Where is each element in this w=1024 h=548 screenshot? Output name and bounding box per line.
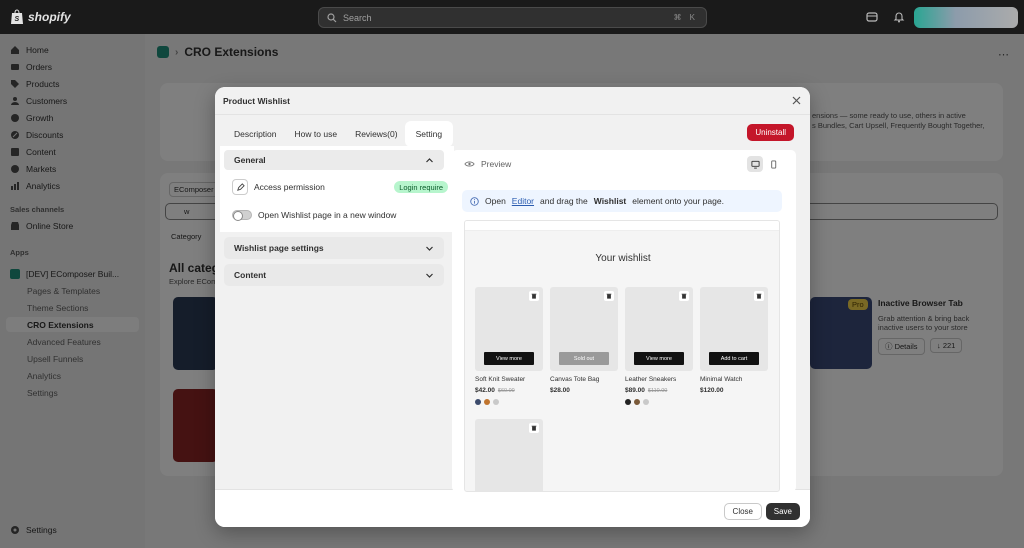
tab-description[interactable]: Description bbox=[225, 123, 286, 145]
search-input[interactable]: Search ⌘ K bbox=[318, 7, 707, 28]
product-price: $120.00 bbox=[700, 387, 724, 394]
product-price: $89.00 $110.00 bbox=[625, 387, 668, 394]
chevron-down-icon bbox=[426, 246, 433, 251]
pencil-icon bbox=[232, 179, 248, 195]
modal-footer: Close Save bbox=[215, 489, 810, 527]
product-action-button[interactable]: Add to cart bbox=[709, 352, 759, 365]
access-permission-label: Access permission bbox=[254, 182, 325, 192]
trash-icon[interactable] bbox=[529, 291, 539, 301]
product-compare-price: $60.00 bbox=[497, 388, 515, 394]
modal-header: Product Wishlist bbox=[215, 87, 810, 115]
close-button[interactable]: Close bbox=[723, 503, 762, 520]
modal-tabs: Description How to use Reviews(0) Settin… bbox=[225, 123, 452, 145]
product-compare-price: $110.00 bbox=[647, 388, 668, 394]
tab-reviews[interactable]: Reviews(0) bbox=[346, 123, 407, 145]
tab-how-to-use[interactable]: How to use bbox=[286, 123, 347, 145]
color-swatch[interactable] bbox=[484, 399, 490, 405]
product-name: Soft Knit Sweater bbox=[475, 376, 526, 383]
trash-icon[interactable] bbox=[604, 291, 614, 301]
product-name: Canvas Tote Bag bbox=[550, 376, 600, 383]
save-button[interactable]: Save bbox=[765, 503, 800, 520]
product-price: $42.00 $60.00 bbox=[475, 387, 515, 394]
wishlist-page-settings-accordion[interactable]: Wishlist page settings bbox=[224, 237, 444, 259]
product-name: Leather Sneakers bbox=[625, 376, 677, 383]
bell-icon[interactable] bbox=[893, 11, 905, 23]
chevron-up-icon bbox=[426, 157, 433, 162]
product-image: View more bbox=[475, 287, 543, 371]
chevron-down-icon bbox=[426, 273, 433, 278]
uninstall-button[interactable]: Uninstall bbox=[747, 124, 794, 141]
shopify-logo[interactable]: S shopify bbox=[10, 9, 71, 25]
product-image: Sold out bbox=[550, 287, 618, 371]
product-price: $28.00 bbox=[550, 387, 570, 394]
desktop-view-button[interactable] bbox=[747, 156, 763, 172]
color-swatches bbox=[475, 399, 543, 405]
color-swatch[interactable] bbox=[493, 399, 499, 405]
wishlist-product-card[interactable]: Add to cart Minimal Watch $120.00 bbox=[700, 287, 768, 399]
wishlist-product-card-placeholder bbox=[475, 419, 543, 491]
trash-icon[interactable] bbox=[529, 423, 539, 433]
wishlist-product-card[interactable]: Sold out Canvas Tote Bag $28.00 bbox=[550, 287, 618, 399]
wishlist-title: Your wishlist bbox=[595, 253, 651, 264]
tab-setting[interactable]: Setting bbox=[406, 123, 452, 145]
editor-link[interactable]: Editor bbox=[512, 196, 534, 206]
color-swatch[interactable] bbox=[643, 399, 649, 405]
access-permission-row[interactable]: Access permission Login require bbox=[232, 179, 448, 195]
product-action-button[interactable]: Sold out bbox=[559, 352, 609, 365]
color-swatch[interactable] bbox=[625, 399, 631, 405]
color-swatch[interactable] bbox=[634, 399, 640, 405]
store-icon[interactable] bbox=[866, 11, 878, 23]
color-swatches bbox=[625, 399, 693, 405]
desktop-icon bbox=[750, 160, 760, 169]
general-accordion-header[interactable]: General bbox=[224, 150, 444, 170]
trash-icon[interactable] bbox=[754, 291, 764, 301]
shopify-bag-icon: S bbox=[11, 9, 23, 24]
preview-store-header bbox=[465, 221, 779, 231]
wishlist-preview-canvas: Your wishlist View more Soft Knit Sweater… bbox=[464, 220, 780, 492]
modal-title: Product Wishlist bbox=[223, 95, 290, 106]
product-image: View more bbox=[625, 287, 693, 371]
svg-text:S: S bbox=[15, 16, 20, 23]
top-bar: S shopify Search ⌘ K bbox=[0, 0, 1024, 34]
trash-icon[interactable] bbox=[679, 291, 689, 301]
product-action-button[interactable]: View more bbox=[634, 352, 684, 365]
brand-name: shopify bbox=[28, 10, 71, 24]
info-icon bbox=[470, 196, 479, 206]
product-image bbox=[475, 419, 543, 491]
mobile-icon bbox=[770, 159, 776, 169]
preview-header: Preview bbox=[464, 159, 511, 169]
mobile-view-button[interactable] bbox=[765, 156, 781, 172]
editor-info-banner: Open Editor and drag the Wishlist element on… bbox=[462, 190, 782, 212]
wishlist-product-card[interactable]: View more Soft Knit Sweater $42.00 $60.00 bbox=[475, 287, 543, 405]
search-placeholder: Search bbox=[343, 12, 372, 23]
search-icon bbox=[327, 12, 337, 22]
product-image: Add to cart bbox=[700, 287, 768, 371]
close-icon[interactable] bbox=[791, 95, 802, 106]
open-new-window-toggle[interactable] bbox=[232, 210, 252, 221]
color-swatch[interactable] bbox=[475, 399, 481, 405]
wishlist-product-card[interactable]: View more Leather Sneakers $89.00 $110.00 bbox=[625, 287, 693, 405]
open-new-window-row: Open Wishlist page in a new window bbox=[232, 210, 397, 221]
search-shortcut: ⌘ K bbox=[673, 13, 698, 22]
general-settings-highlight: General Access permission Login require … bbox=[220, 146, 454, 232]
product-name: Minimal Watch bbox=[700, 376, 743, 383]
open-new-window-label: Open Wishlist page in a new window bbox=[258, 210, 397, 220]
user-account-menu[interactable] bbox=[914, 7, 1018, 28]
content-accordion[interactable]: Content bbox=[224, 264, 444, 286]
product-action-button[interactable]: View more bbox=[484, 352, 534, 365]
access-permission-badge: Login require bbox=[394, 181, 448, 193]
eye-icon bbox=[464, 161, 475, 167]
preview-panel: Preview Open Editor and drag the Wishlist el… bbox=[452, 150, 796, 492]
